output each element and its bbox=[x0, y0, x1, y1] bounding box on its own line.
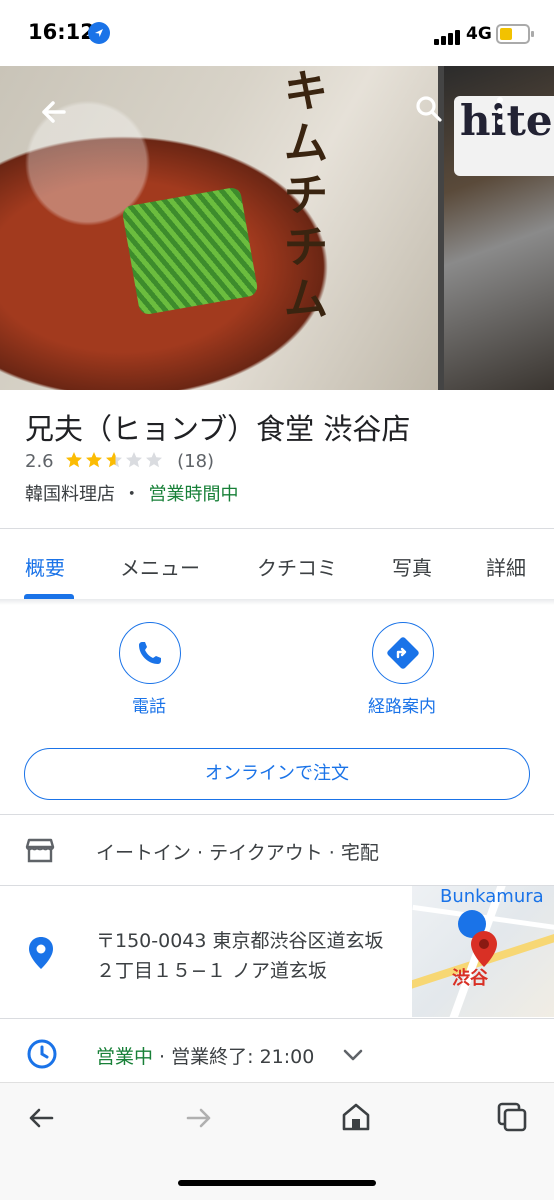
tab-reviews[interactable]: クチコミ bbox=[257, 552, 337, 581]
home-indicator bbox=[178, 1180, 376, 1186]
phone-icon bbox=[139, 642, 161, 664]
address-line1[interactable]: 〒150-0043 東京都渋谷区道玄坂 bbox=[96, 926, 384, 953]
hours-dot: · bbox=[153, 1046, 172, 1068]
separator: ・ bbox=[122, 484, 141, 505]
status-time: 16:12 bbox=[28, 20, 95, 44]
rating-value: 2.6 bbox=[25, 451, 54, 472]
hours-row[interactable]: 営業中 · 営業終了: 21:00 bbox=[96, 1042, 314, 1069]
poster-text: キムチチム bbox=[284, 66, 328, 325]
call-label[interactable]: 電話 bbox=[89, 692, 209, 717]
location-arrow-icon bbox=[88, 22, 110, 44]
category: 韓国料理店 bbox=[25, 484, 115, 505]
divider bbox=[0, 528, 554, 529]
back-arrow-icon[interactable] bbox=[34, 92, 74, 132]
open-status: 営業時間中 bbox=[148, 484, 239, 505]
map-thumbnail[interactable]: Bunkamura 渋谷 bbox=[412, 886, 554, 1017]
tab-photos[interactable]: 写真 bbox=[392, 552, 432, 581]
location-pin-icon bbox=[28, 936, 54, 974]
address-line2[interactable]: ２丁目１５−１ ノア道玄坂 bbox=[96, 956, 327, 983]
place-title: 兄夫（ヒョンブ）食堂 渋谷店 bbox=[25, 412, 411, 446]
search-icon[interactable] bbox=[412, 92, 446, 126]
browser-back-icon[interactable] bbox=[26, 1103, 56, 1137]
tab-overview[interactable]: 概要 bbox=[25, 552, 65, 581]
dish-garnish bbox=[121, 186, 259, 316]
tab-shadow bbox=[0, 599, 554, 605]
review-count: (18) bbox=[177, 451, 215, 472]
place-marker-icon bbox=[470, 930, 498, 972]
more-vert-icon[interactable] bbox=[490, 94, 510, 128]
tabs-icon[interactable] bbox=[496, 1101, 528, 1137]
signal-icon bbox=[434, 26, 462, 45]
category-row: 韓国料理店 ・ 営業時間中 bbox=[25, 480, 238, 506]
battery-icon bbox=[496, 24, 534, 44]
clock-icon bbox=[26, 1038, 58, 1074]
status-bar: 16:12 4G bbox=[0, 0, 554, 66]
chevron-down-icon[interactable] bbox=[342, 1044, 364, 1070]
tab-menu[interactable]: メニュー bbox=[120, 552, 200, 581]
network-type: 4G bbox=[466, 24, 492, 44]
storefront-icon bbox=[24, 834, 56, 870]
tab-bar: 概要 メニュー クチコミ 写真 詳細 bbox=[0, 530, 554, 600]
service-options: イートイン · テイクアウト · 宅配 bbox=[96, 842, 379, 864]
browser-forward-icon[interactable] bbox=[184, 1103, 214, 1137]
star-rating bbox=[65, 451, 173, 472]
directions-button[interactable] bbox=[372, 622, 434, 684]
directions-icon bbox=[387, 637, 419, 669]
tab-details[interactable]: 詳細 bbox=[486, 552, 526, 581]
photo-carousel[interactable]: キムチチム hite bbox=[0, 66, 554, 390]
order-online-button[interactable]: オンラインで注文 bbox=[24, 748, 530, 800]
divider bbox=[0, 1018, 554, 1019]
hours-status: 営業中 bbox=[96, 1046, 154, 1068]
rating-row[interactable]: 2.6 (18) bbox=[25, 451, 214, 472]
divider bbox=[0, 814, 554, 815]
call-button[interactable] bbox=[119, 622, 181, 684]
home-icon[interactable] bbox=[340, 1101, 372, 1137]
hours-closing: 営業終了: 21:00 bbox=[171, 1046, 315, 1068]
map-landmark-label: Bunkamura bbox=[440, 886, 544, 907]
directions-label[interactable]: 経路案内 bbox=[342, 692, 462, 717]
